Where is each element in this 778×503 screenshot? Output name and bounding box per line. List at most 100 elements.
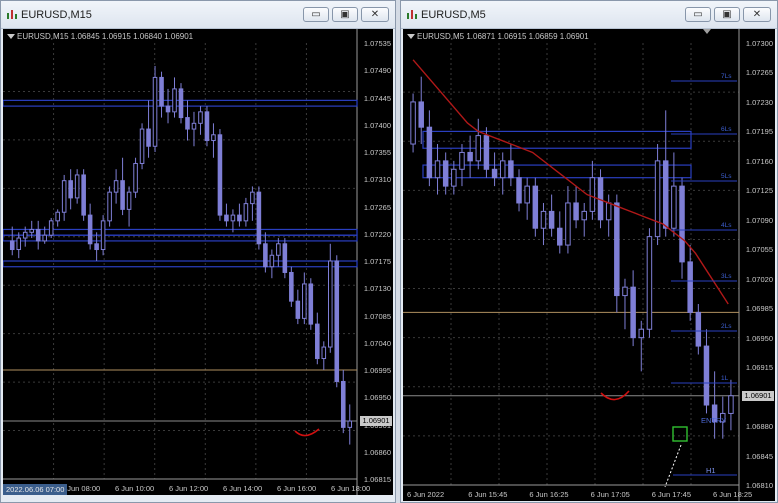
candle bbox=[508, 144, 514, 187]
candle bbox=[327, 243, 333, 353]
chart-header: EURUSD,M5 1.06871 1.06915 1.06859 1.0690… bbox=[417, 32, 589, 41]
chart-menu-arrow-icon[interactable] bbox=[407, 34, 415, 39]
candle bbox=[475, 118, 482, 170]
chart-window-m15[interactable]: EURUSD,M15 ▭ ▣ ✕ EURUSD,M15 1.06845 1.06… bbox=[0, 0, 396, 503]
price-axis-label: 1.07130 bbox=[363, 284, 391, 294]
cursor-time-label: 2022.06.06 07:00 bbox=[3, 484, 68, 495]
candle bbox=[728, 379, 734, 431]
minimize-button[interactable]: ▭ bbox=[303, 7, 329, 22]
candle bbox=[711, 371, 718, 439]
price-axis-label: 1.06950 bbox=[363, 393, 391, 403]
window-title: EURUSD,M5 bbox=[421, 9, 486, 21]
time-axis-label: 6 Jun 17:45 bbox=[651, 490, 691, 499]
price-axis-label: 1.06985 bbox=[745, 304, 773, 314]
candle bbox=[9, 226, 15, 256]
candle bbox=[646, 228, 653, 338]
price-axis-label: 1.07055 bbox=[745, 245, 773, 255]
price-axis-label: 1.06880 bbox=[745, 422, 773, 432]
candle bbox=[204, 106, 210, 147]
candle bbox=[55, 209, 60, 227]
candle bbox=[191, 111, 197, 147]
chart-header: EURUSD,M15 1.06845 1.06915 1.06840 1.069… bbox=[17, 32, 194, 41]
candle bbox=[35, 220, 41, 250]
candle bbox=[126, 186, 132, 227]
price-chart-m5[interactable]: EURUSD,M5 1.06871 1.06915 1.06859 1.0690… bbox=[403, 29, 775, 501]
candle bbox=[491, 152, 498, 187]
candle bbox=[321, 341, 327, 370]
price-chart-m15[interactable]: EURUSD,M15 1.06845 1.06915 1.06840 1.069… bbox=[3, 29, 393, 495]
close-button[interactable]: ✕ bbox=[361, 7, 389, 22]
candle bbox=[107, 186, 112, 227]
price-axis-label: 1.07175 bbox=[363, 257, 391, 266]
price-axis-label: 1.07445 bbox=[363, 93, 391, 103]
close-button[interactable]: ✕ bbox=[743, 7, 771, 22]
chart-icon bbox=[7, 10, 17, 19]
time-axis-label: 6 Jun 14:00 bbox=[223, 484, 263, 493]
chart-window-m5[interactable]: EURUSD,M5 ▭ ▣ ✕ EURUSD,M5 1.06871 1.0691… bbox=[400, 0, 778, 503]
candle bbox=[120, 157, 125, 216]
entry-marker bbox=[672, 426, 688, 442]
chart-menu-arrow-icon[interactable] bbox=[7, 34, 15, 39]
candle bbox=[178, 83, 184, 124]
candle bbox=[442, 152, 449, 195]
candle bbox=[557, 211, 563, 254]
level-label: 5Ls bbox=[721, 173, 732, 180]
price-axis-label: 1.06815 bbox=[363, 475, 391, 484]
time-axis-label: 6 Jun 16:00 bbox=[277, 484, 317, 493]
chart-icon bbox=[407, 10, 417, 19]
candle bbox=[152, 65, 158, 152]
time-axis-label: 6 Jun 15:45 bbox=[468, 490, 508, 499]
candle bbox=[133, 157, 138, 198]
candle bbox=[630, 270, 636, 347]
maximize-button[interactable]: ▣ bbox=[714, 7, 740, 22]
candle bbox=[581, 202, 587, 237]
level-label: 1L bbox=[721, 375, 729, 382]
maximize-button[interactable]: ▣ bbox=[332, 7, 358, 22]
price-axis-label: 1.07125 bbox=[745, 186, 773, 196]
candle bbox=[165, 88, 171, 124]
candle bbox=[467, 135, 473, 178]
candle bbox=[295, 289, 301, 325]
price-axis-label: 1.07230 bbox=[745, 97, 773, 107]
candle bbox=[61, 174, 67, 221]
candle bbox=[100, 215, 106, 256]
price-axis-label: 1.07020 bbox=[745, 274, 773, 284]
candle bbox=[451, 160, 457, 195]
candle bbox=[237, 203, 242, 227]
candle bbox=[81, 169, 86, 221]
candle bbox=[269, 249, 275, 279]
candle bbox=[87, 203, 93, 250]
candle bbox=[211, 123, 216, 158]
candle bbox=[499, 152, 506, 195]
chart-shift-marker-icon[interactable] bbox=[703, 29, 711, 34]
time-axis-label: 6 Jun 16:25 bbox=[529, 490, 569, 499]
candle bbox=[605, 194, 612, 237]
candle bbox=[540, 202, 547, 246]
minimize-button[interactable]: ▭ bbox=[685, 7, 711, 22]
candle bbox=[340, 370, 346, 434]
window-titlebar[interactable]: EURUSD,M15 ▭ ▣ ✕ bbox=[1, 1, 395, 29]
candle bbox=[139, 123, 145, 170]
window-titlebar[interactable]: EURUSD,M5 ▭ ▣ ✕ bbox=[401, 1, 777, 29]
zone-rect bbox=[422, 130, 692, 149]
price-axis-label: 1.07160 bbox=[745, 156, 773, 166]
chart-canvas[interactable] bbox=[403, 29, 775, 501]
chart-canvas[interactable] bbox=[3, 29, 393, 495]
candle bbox=[459, 144, 465, 187]
price-axis-label: 1.07220 bbox=[363, 229, 391, 239]
time-axis-label: 6 Jun 2022 bbox=[407, 490, 445, 499]
candle bbox=[410, 93, 416, 153]
candle bbox=[347, 404, 353, 445]
time-axis-label: 6 Jun 12:00 bbox=[169, 484, 209, 493]
candle bbox=[263, 232, 268, 273]
candle bbox=[172, 77, 177, 118]
candle bbox=[74, 169, 80, 204]
price-axis-label: 1.07300 bbox=[745, 39, 773, 48]
candle bbox=[573, 186, 579, 229]
time-axis-label: 6 Jun 18:25 bbox=[713, 490, 753, 499]
trade-path-line bbox=[664, 444, 682, 488]
zone-rect bbox=[3, 228, 358, 236]
candle bbox=[662, 110, 669, 237]
level-label: 2Ls bbox=[721, 323, 732, 330]
moving-average-line bbox=[412, 59, 729, 305]
